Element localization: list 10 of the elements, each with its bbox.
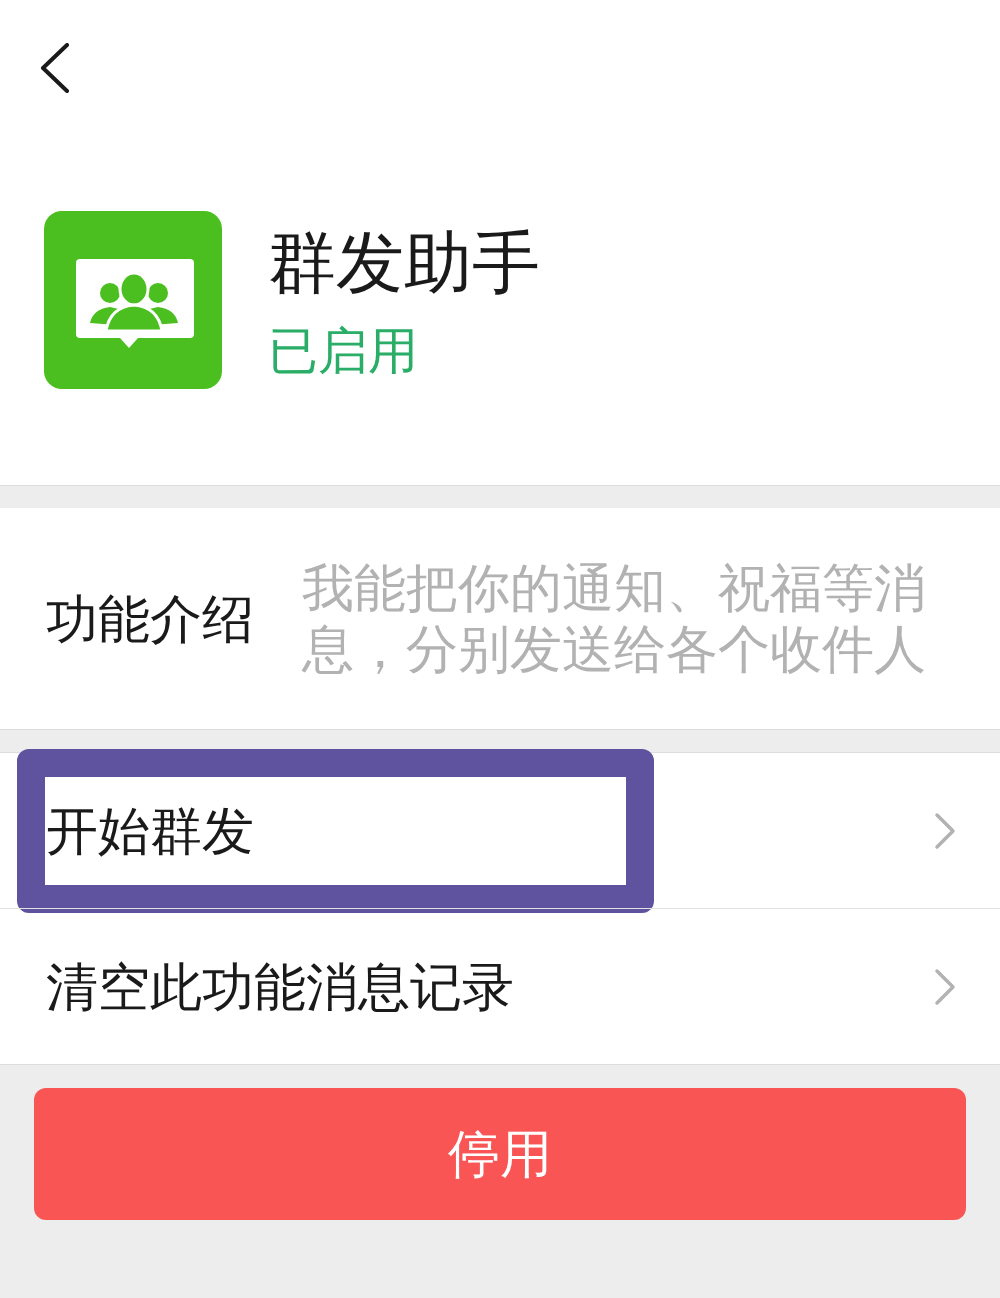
intro-label: 功能介绍 — [46, 588, 255, 649]
menu-row[interactable]: 开始群发 — [0, 753, 1000, 908]
intro-description: 我能把你的通知、祝福等消息，分别发送给各个收件人 — [302, 557, 927, 680]
chevron-right-icon — [934, 967, 956, 1006]
menu-row[interactable]: 清空此功能消息记录 — [0, 909, 1000, 1064]
back-icon[interactable] — [40, 43, 70, 93]
chevron-right-icon — [934, 811, 956, 850]
group-chat-app-icon — [44, 211, 222, 389]
status-label: 已启用 — [268, 321, 419, 381]
app-title: 群发助手 — [268, 223, 540, 303]
